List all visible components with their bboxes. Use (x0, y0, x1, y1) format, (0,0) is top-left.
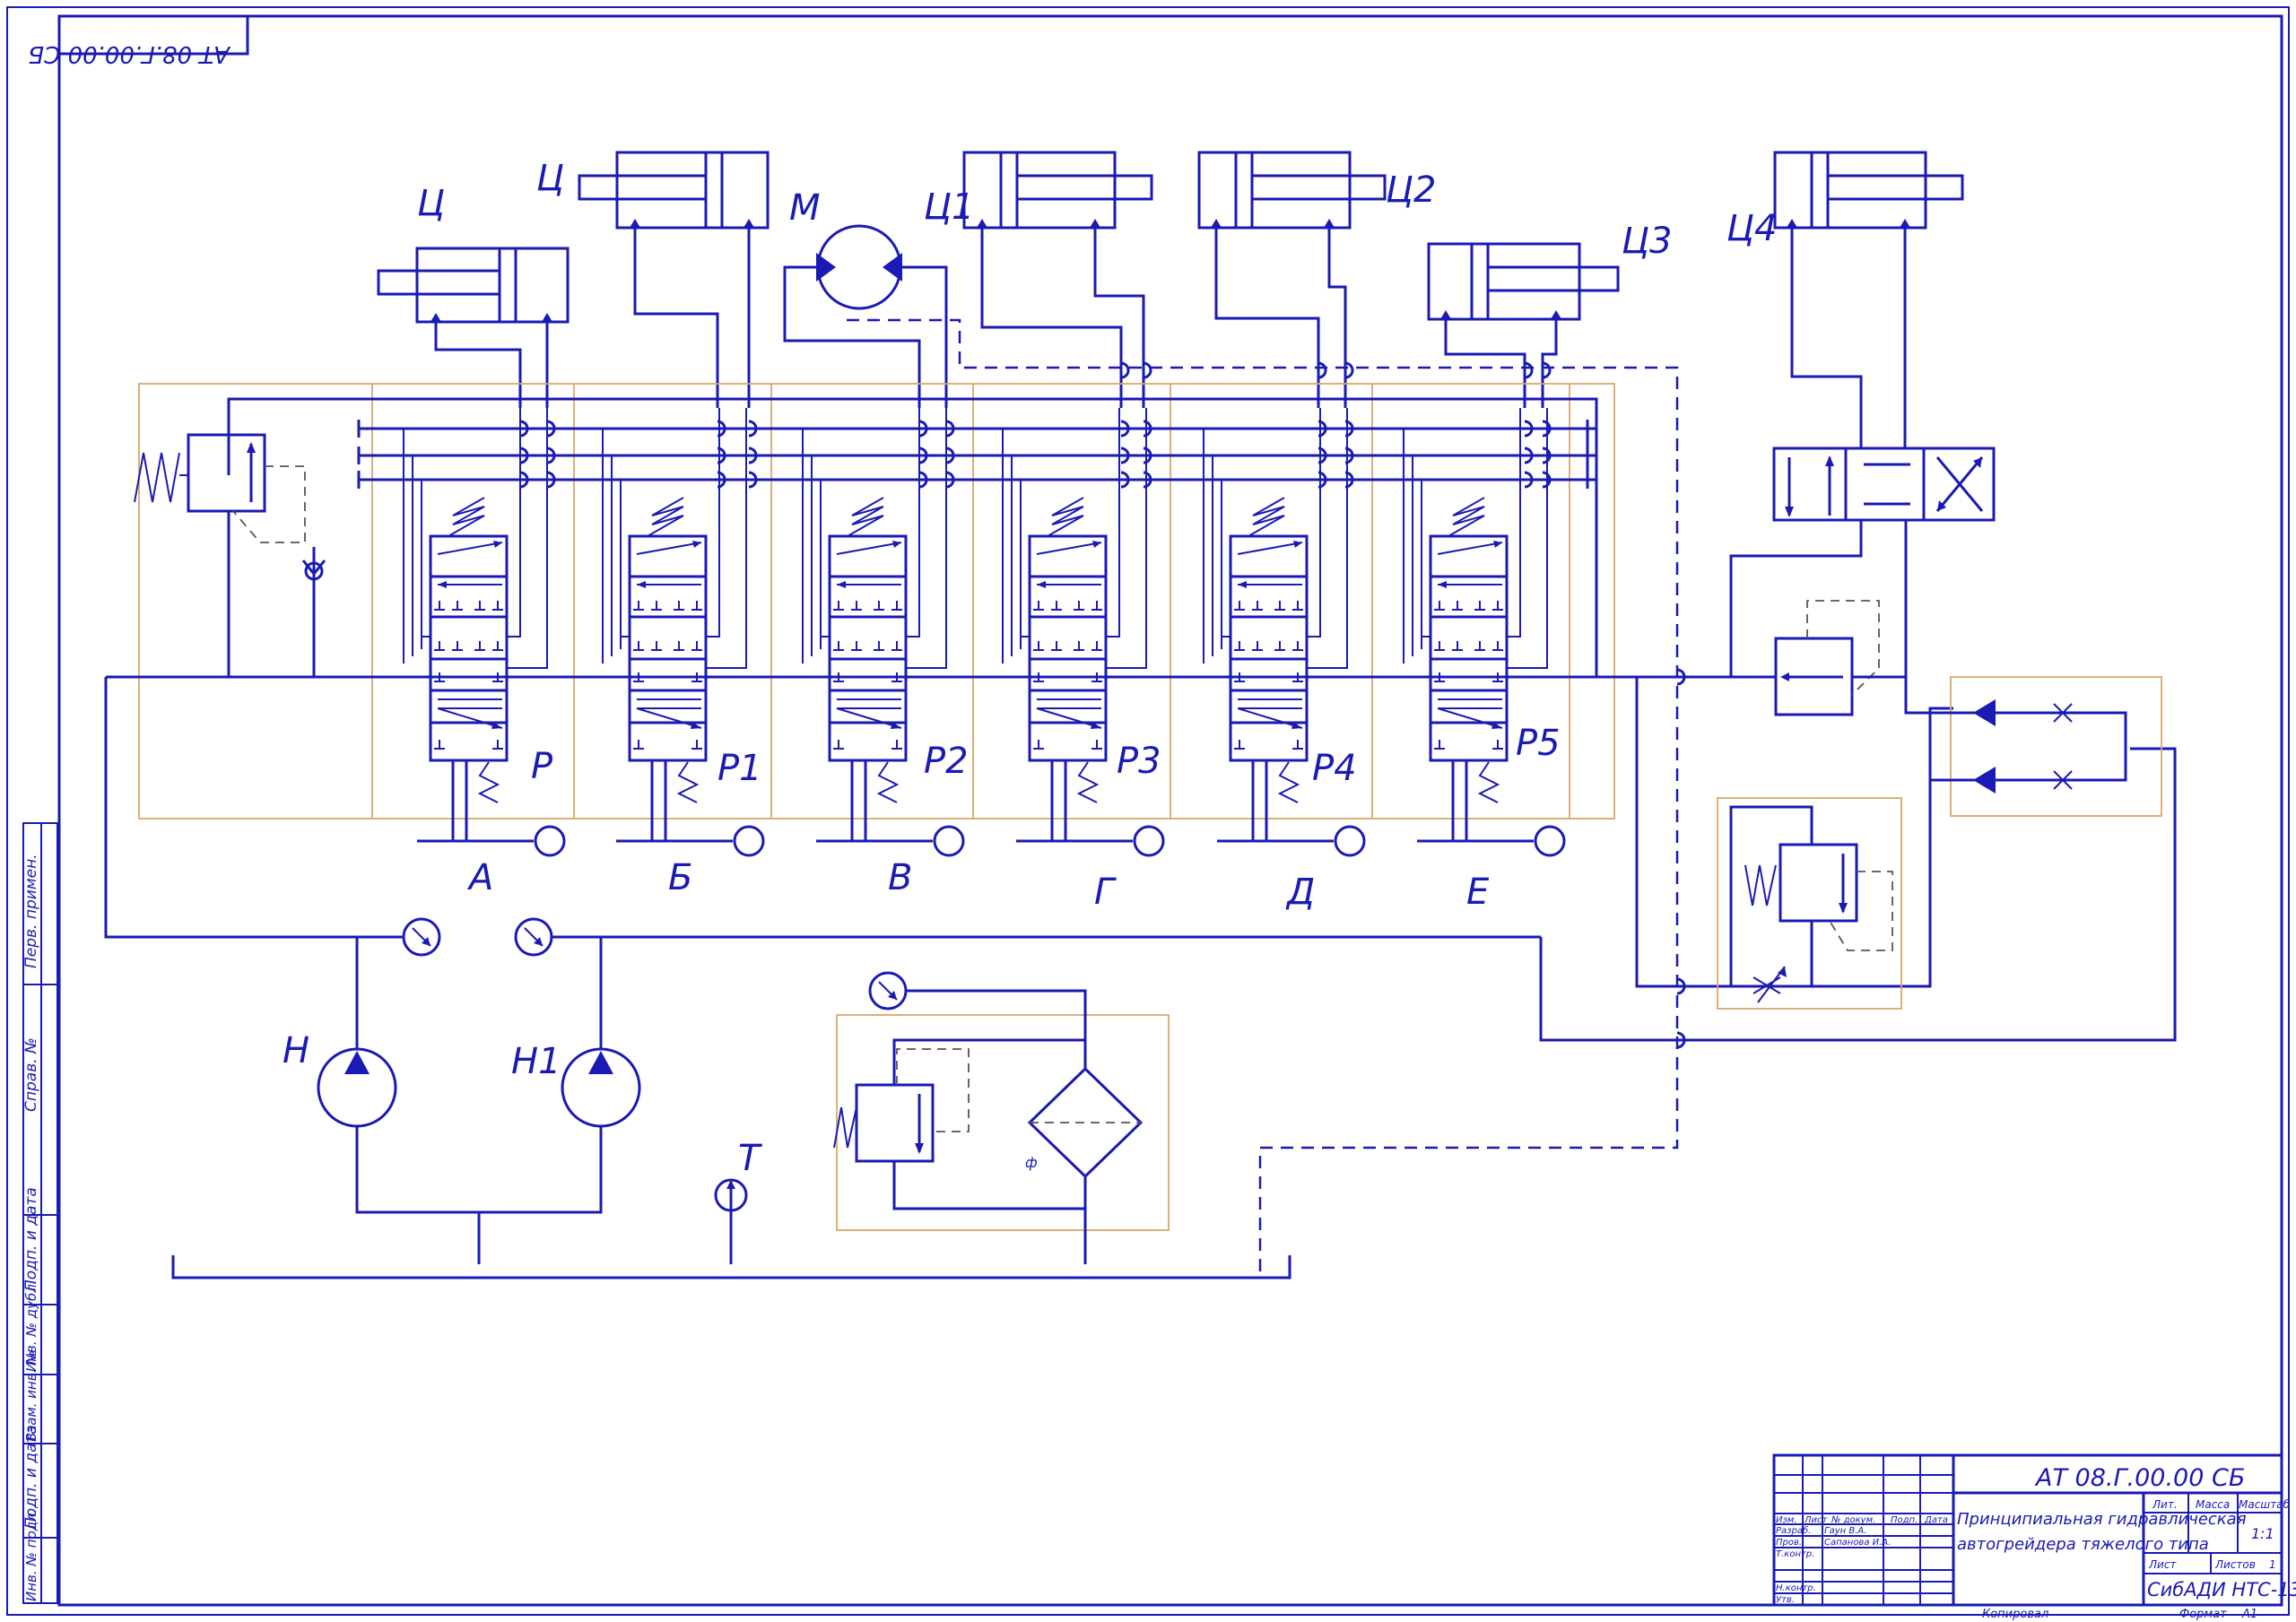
hydraulic-schematic-sheet: АТ 08.Г.00.00 СБ Перв. примен. Справ. № … (6, 6, 2296, 1621)
format-value: А1 (2241, 1608, 2257, 1621)
hydraulic-motor: М (789, 187, 902, 310)
filter-unit: ф (833, 989, 1170, 1264)
valve-label-2: Р2 (924, 741, 969, 782)
role-1: Пров. (1776, 1538, 1802, 1548)
header-col-4: Дата (1924, 1515, 1948, 1525)
valve-sections (403, 408, 1566, 857)
throttle-relief-unit (1717, 797, 1902, 1010)
cylinder-label-4: Ц3 (1622, 221, 1673, 262)
cylinder-c3: Ц3 (1427, 221, 1673, 321)
return-to-filter (1539, 937, 1686, 1042)
valve-handle-label-4: Д (1285, 872, 1315, 913)
valve-handle-label-0: А (466, 857, 493, 898)
valve-section-2 (802, 408, 965, 857)
cylinder-c1: Ц1 (924, 151, 1153, 230)
valve-label-0: Р (531, 746, 553, 787)
pump-label-0: Н (283, 1030, 309, 1071)
header-col-3: Подп. (1891, 1515, 1918, 1525)
cylinder-c: Ц (377, 183, 570, 324)
mass-label: Масса (2196, 1498, 2230, 1511)
motor-label: М (789, 187, 821, 229)
side-stamp: Перв. примен. Справ. № Подп. и дата Инв.… (22, 822, 58, 1604)
organization: СибАДИ НТС-13А1 (2147, 1579, 2296, 1600)
role-3: Н.контр. (1776, 1583, 1816, 1593)
valve-handle-label-5: Е (1466, 872, 1490, 913)
side-stamp-field-0: Перв. примен. (22, 854, 40, 968)
valve-label-1: Р1 (718, 748, 762, 789)
role-4: Утв. (1776, 1595, 1795, 1605)
tank-label: Т (738, 1138, 763, 1179)
main-return-line (1635, 677, 1686, 988)
header-col-0: Изм. (1776, 1515, 1797, 1525)
right-supply-line (1686, 520, 1863, 679)
valve-handle-label-1: Б (668, 857, 692, 898)
format-label: Формат (2179, 1608, 2227, 1621)
check-throttle-block (1904, 676, 2162, 817)
pump-h1: Н1 (511, 937, 641, 1128)
scale-label: Масштаб (2239, 1498, 2291, 1511)
relief-valve-small (1731, 520, 1908, 716)
valve-section-3 (1002, 408, 1165, 857)
sheets-label: Листов (2214, 1558, 2256, 1571)
right-tank-line (1686, 707, 1953, 988)
side-stamp-field-6: Инв. № подл. (23, 1509, 39, 1601)
cylinder-label-0: Ц (417, 183, 445, 224)
copied-label: Копировал (1982, 1608, 2048, 1621)
valve-bank-galleries (106, 397, 1686, 679)
actuator-lines (434, 228, 1558, 408)
pump-label-1: Н1 (511, 1041, 561, 1082)
valve-label-3: Р3 (1117, 741, 1161, 782)
side-stamp-field-1: Справ. № (22, 1037, 40, 1112)
lit-label: Лит. (2152, 1498, 2178, 1511)
cylinder-label-1: Ц (536, 158, 564, 199)
header-col-1: Лист (1804, 1515, 1829, 1525)
pressure-line-left (104, 677, 404, 939)
outer-frame (6, 6, 2290, 1616)
sheet-label: Лист (2148, 1558, 2177, 1571)
thermometer: Т (714, 1138, 763, 1264)
sheets-value: 1 (2269, 1558, 2276, 1571)
valve-section-0 (403, 408, 566, 857)
cylinder-label-3: Ц2 (1386, 169, 1437, 211)
title-block: АТ 08.Г.00.00 СБ Принципиальная гидравли… (1772, 1453, 2296, 1607)
cylinder-c-top: Ц (536, 151, 770, 230)
checker-name: Сапанова И.А. (1824, 1538, 1891, 1548)
valve-section-5 (1403, 408, 1566, 857)
valve-label-5: Р5 (1516, 723, 1561, 764)
role-0: Разраб. (1776, 1525, 1811, 1536)
cylinder-c2: Ц2 (1197, 151, 1437, 230)
developer-name: Гаун В.А. (1824, 1526, 1866, 1536)
title-designation: АТ 08.Г.00.00 СБ (2034, 1464, 2245, 1492)
header-col-2: № докум. (1831, 1515, 1875, 1525)
role-2: Т.контр. (1776, 1549, 1814, 1559)
title-line-1: Принципиальная гидравлическая (1957, 1510, 2247, 1529)
title-line-2: автогрейдера тяжелого типа (1957, 1535, 2209, 1554)
valve-handle-label-3: Г (1094, 872, 1117, 913)
valve-handle-label-2: В (888, 857, 912, 898)
side-stamp-field-2: Подп. и дата (22, 1187, 40, 1291)
code-stamp: АТ 08.Г.00.00 СБ (28, 40, 231, 67)
pressure-gauge-2 (514, 917, 553, 957)
pressure-gauge-3 (868, 971, 908, 1010)
crossover-loops (519, 361, 1686, 1049)
cylinder-label-2: Ц1 (924, 186, 975, 228)
directional-valve-c4 (1772, 228, 1996, 522)
pressure-gauge-1 (402, 917, 441, 957)
cylinder-c4: Ц4 (1726, 151, 1964, 249)
drain-line (847, 318, 1679, 1273)
filter-label: ф (1025, 1154, 1038, 1171)
scale-value: 1:1 (2251, 1525, 2274, 1542)
cylinder-label-5: Ц4 (1726, 208, 1778, 249)
valve-bank-boxes (138, 383, 1615, 820)
valve-label-4: Р4 (1312, 748, 1357, 789)
